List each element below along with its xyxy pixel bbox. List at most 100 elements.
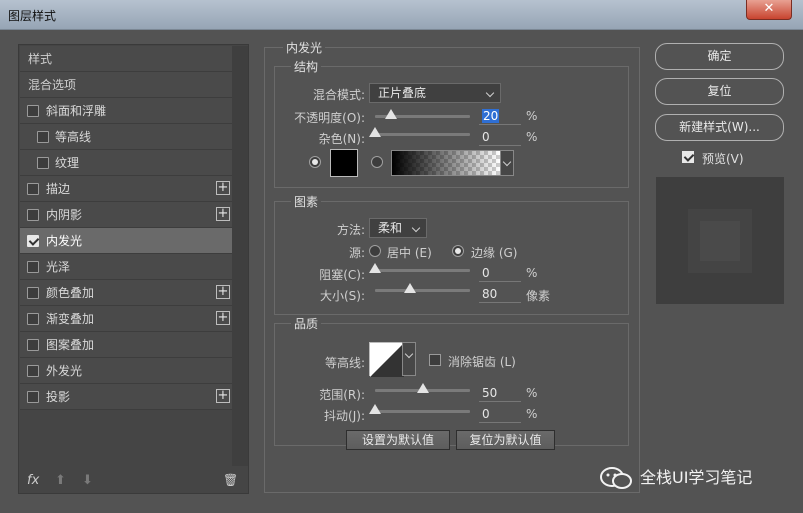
structure-title: 结构	[291, 58, 322, 75]
source-edge-label[interactable]: 边缘 (G)	[471, 244, 517, 261]
style-item-label: 内阴影	[46, 208, 83, 222]
style-item[interactable]: 等高线	[20, 124, 232, 150]
range-value: 50	[482, 386, 498, 400]
style-item-checkbox[interactable]	[27, 183, 39, 195]
style-item-checkbox[interactable]	[27, 209, 39, 221]
add-effect-icon[interactable]: +	[216, 285, 230, 299]
style-item[interactable]: 投影 +	[20, 384, 232, 410]
styles-list-scrollbar[interactable]	[232, 46, 248, 466]
reset-button[interactable]: 复位	[655, 78, 784, 105]
style-item-checkbox[interactable]	[27, 365, 39, 377]
close-icon: ✕	[763, 1, 775, 16]
range-slider-thumb[interactable]	[416, 383, 429, 393]
blending-options-item[interactable]: 混合选项	[20, 72, 232, 98]
close-button[interactable]: ✕	[746, 0, 792, 20]
noise-value: 0	[482, 130, 490, 144]
range-input[interactable]: 50	[479, 384, 521, 402]
source-center-radio[interactable]	[369, 245, 381, 257]
choke-slider[interactable]	[369, 263, 470, 273]
choke-slider-thumb[interactable]	[369, 263, 381, 273]
gradient-swatch[interactable]	[391, 150, 514, 176]
noise-label: 杂色(N):	[318, 132, 365, 146]
range-slider[interactable]	[375, 383, 470, 393]
fx-icon[interactable]: fx	[27, 473, 39, 488]
add-effect-icon[interactable]: +	[216, 181, 230, 195]
glow-color-swatch[interactable]	[330, 149, 358, 177]
jitter-slider[interactable]	[369, 404, 470, 414]
quality-title: 品质	[291, 315, 322, 332]
style-item-label: 纹理	[55, 156, 80, 170]
style-item[interactable]: 渐变叠加 +	[20, 306, 232, 332]
blend-mode-value: 正片叠底	[378, 86, 427, 100]
opacity-unit: %	[526, 109, 538, 123]
style-item-label: 渐变叠加	[46, 312, 95, 326]
contour-curve-icon	[370, 343, 404, 377]
style-item-checkbox[interactable]	[27, 339, 39, 351]
style-item[interactable]: 描边 +	[20, 176, 232, 202]
style-item[interactable]: 光泽	[20, 254, 232, 280]
add-effect-icon[interactable]: +	[216, 389, 230, 403]
wechat-icon	[600, 467, 632, 489]
gradient-dropdown[interactable]	[500, 150, 514, 176]
preview-label[interactable]: 预览(V)	[702, 150, 744, 167]
styles-list: 样式 混合选项 斜面和浮雕 等高线纹理描边 + 内阴影 + 内发光 光泽 颜色叠加 + 渐变叠加 +…	[20, 46, 232, 410]
style-item-checkbox[interactable]	[27, 235, 39, 247]
style-item-checkbox[interactable]	[27, 391, 39, 403]
range-unit: %	[526, 386, 538, 400]
style-item[interactable]: 外发光	[20, 358, 232, 384]
source-center-label[interactable]: 居中 (E)	[387, 244, 432, 261]
style-item-label: 图案叠加	[46, 338, 95, 352]
jitter-input[interactable]: 0	[479, 405, 521, 423]
contour-picker[interactable]	[369, 342, 416, 377]
add-effect-icon[interactable]: +	[216, 311, 230, 325]
jitter-label: 抖动(J):	[324, 409, 365, 423]
source-edge-radio[interactable]	[452, 245, 464, 257]
antialias-checkbox[interactable]	[429, 354, 441, 366]
jitter-slider-thumb[interactable]	[369, 404, 381, 414]
gradient-radio[interactable]	[371, 156, 383, 168]
style-item-checkbox[interactable]	[27, 105, 39, 117]
opacity-slider-thumb[interactable]	[385, 109, 398, 119]
opacity-value: 20	[482, 109, 500, 123]
preview-checkbox[interactable]	[682, 151, 694, 163]
solid-color-radio[interactable]	[309, 156, 321, 168]
style-item-checkbox[interactable]	[27, 261, 39, 273]
reset-default-button[interactable]: 复位为默认值	[456, 430, 555, 450]
noise-input[interactable]: 0	[479, 128, 521, 146]
style-item[interactable]: 颜色叠加 +	[20, 280, 232, 306]
style-item-checkbox[interactable]	[27, 313, 39, 325]
size-slider[interactable]	[375, 283, 470, 293]
noise-slider-thumb[interactable]	[369, 127, 381, 137]
size-label: 大小(S):	[319, 289, 365, 303]
choke-input[interactable]: 0	[479, 264, 521, 282]
add-effect-icon[interactable]: +	[216, 207, 230, 221]
style-item-checkbox[interactable]	[37, 131, 49, 143]
trash-icon[interactable]: 🗑	[223, 473, 238, 487]
style-item[interactable]: 纹理	[20, 150, 232, 176]
size-slider-thumb[interactable]	[404, 283, 417, 293]
styles-list-panel: 样式 混合选项 斜面和浮雕 等高线纹理描边 + 内阴影 + 内发光 光泽 颜色叠加 + 渐变叠加 +…	[18, 44, 249, 494]
style-item[interactable]: 内阴影 +	[20, 202, 232, 228]
new-style-button[interactable]: 新建样式(W)...	[655, 114, 784, 141]
style-item-label: 投影	[46, 390, 71, 404]
noise-slider[interactable]	[369, 127, 470, 137]
blend-mode-select[interactable]: 正片叠底	[369, 83, 501, 103]
style-item-checkbox[interactable]	[27, 287, 39, 299]
opacity-slider[interactable]	[375, 109, 470, 119]
layer-style-dialog: 样式 混合选项 斜面和浮雕 等高线纹理描边 + 内阴影 + 内发光 光泽 颜色叠加 + 渐变叠加 +…	[0, 30, 803, 513]
style-item[interactable]: 图案叠加	[20, 332, 232, 358]
styles-header[interactable]: 样式	[20, 46, 232, 72]
method-select[interactable]: 柔和	[369, 218, 427, 238]
contour-dropdown[interactable]	[402, 342, 416, 376]
move-up-icon[interactable]: ⬆	[55, 473, 66, 488]
antialias-label[interactable]: 消除锯齿 (L)	[448, 353, 516, 370]
style-item[interactable]: 内发光	[20, 228, 232, 254]
set-default-button[interactable]: 设置为默认值	[346, 430, 450, 450]
size-input[interactable]: 80	[479, 285, 521, 303]
style-item-checkbox[interactable]	[37, 157, 49, 169]
style-item[interactable]: 斜面和浮雕	[20, 98, 232, 124]
opacity-input[interactable]: 20	[479, 107, 521, 125]
ok-button[interactable]: 确定	[655, 43, 784, 70]
window-titlebar: 图层样式 ✕	[0, 0, 803, 30]
move-down-icon[interactable]: ⬇	[82, 473, 93, 488]
